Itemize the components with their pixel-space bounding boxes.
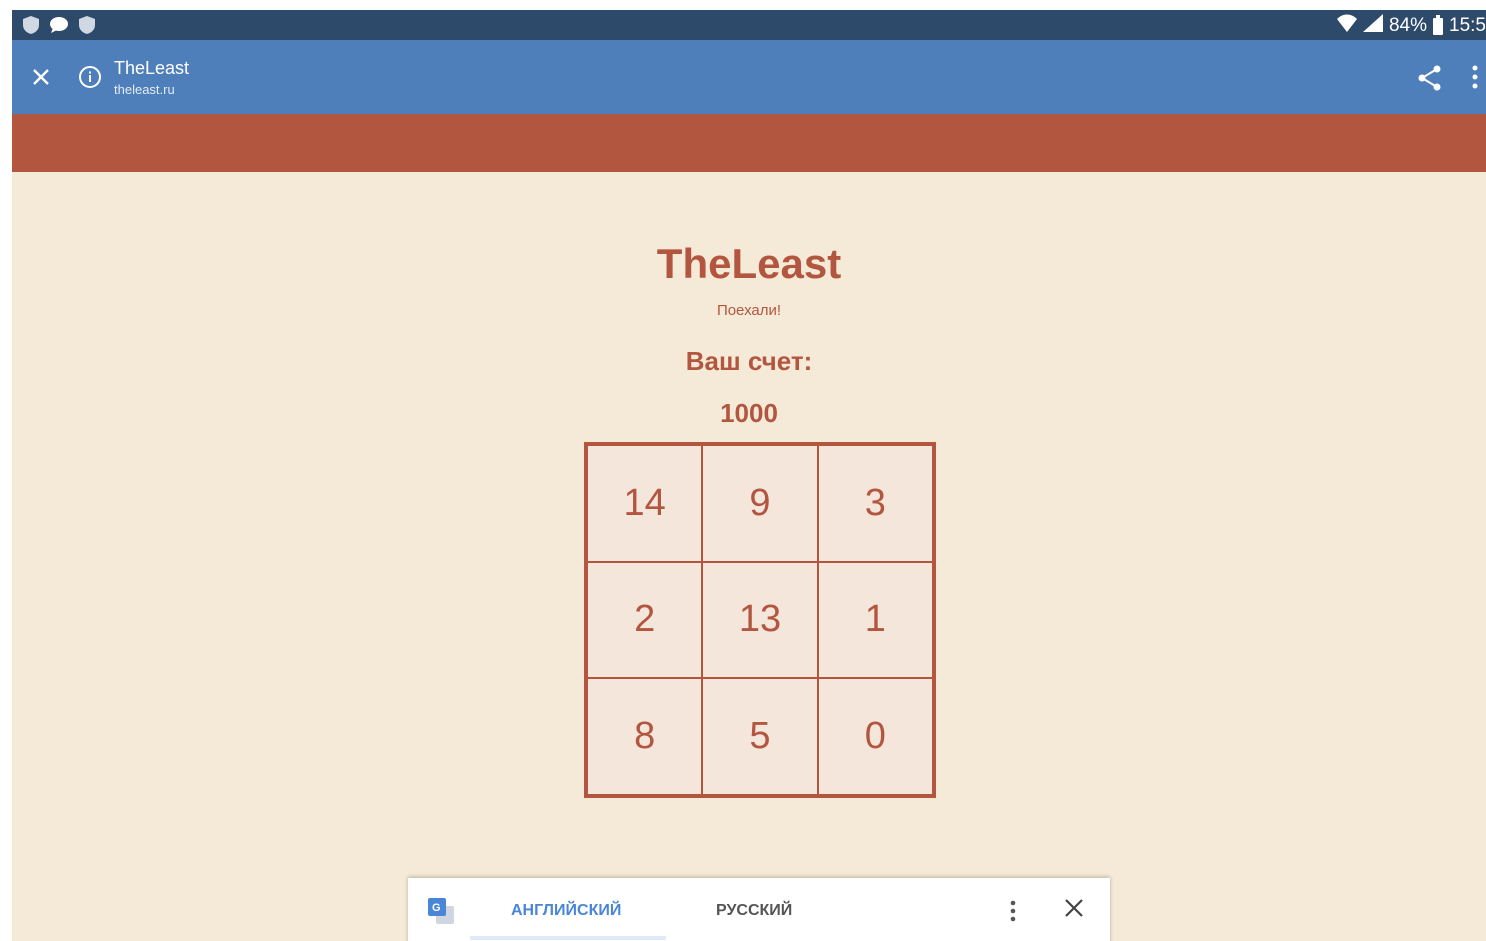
grid-cell[interactable]: 9 — [702, 445, 818, 562]
status-bar: 84% 15:5 — [12, 10, 1486, 40]
source-language-tab[interactable]: АНГЛИЙСКИЙ — [511, 902, 621, 920]
translate-bar: G АНГЛИЙСКИЙ РУССКИЙ — [408, 878, 1110, 941]
grid-cell[interactable]: 5 — [702, 678, 818, 795]
game-subtitle: Поехали! — [716, 302, 782, 319]
target-language-tab[interactable]: РУССКИЙ — [716, 902, 792, 920]
grid-cell[interactable]: 14 — [587, 445, 703, 562]
notification-icons — [22, 15, 96, 35]
clock: 15:5 — [1449, 15, 1486, 36]
close-icon[interactable] — [28, 64, 54, 90]
more-options-icon[interactable] — [1010, 898, 1020, 924]
battery-icon — [1433, 14, 1444, 35]
grid-cell[interactable]: 2 — [587, 561, 703, 679]
google-translate-icon: G — [428, 898, 454, 924]
system-status: 84% 15:5 — [1336, 14, 1486, 38]
chat-bubble-icon — [50, 15, 68, 35]
page-url: theleast.ru — [114, 82, 175, 97]
battery-percent: 84% — [1388, 15, 1428, 36]
more-options-icon[interactable] — [1472, 64, 1484, 92]
grid-cell[interactable]: 1 — [817, 561, 933, 679]
game-grid: 14 9 3 2 13 1 8 5 0 — [584, 442, 936, 798]
site-header-band — [12, 114, 1486, 172]
close-icon[interactable] — [1064, 898, 1090, 924]
page-title: TheLeast — [114, 58, 190, 78]
share-icon[interactable] — [1416, 64, 1444, 92]
browser-toolbar: TheLeast theleast.ru — [12, 40, 1486, 114]
game-title: TheLeast — [656, 240, 842, 287]
svg-text:G: G — [432, 902, 441, 914]
grid-cell[interactable]: 8 — [587, 678, 703, 795]
score-label: Ваш счет: — [685, 346, 813, 376]
shield-icon — [22, 15, 40, 35]
grid-cell[interactable]: 13 — [702, 561, 818, 679]
wifi-icon — [1336, 14, 1357, 38]
score-value: 1000 — [720, 398, 778, 428]
shield-icon — [78, 15, 96, 35]
signal-icon — [1362, 14, 1383, 38]
grid-cell[interactable]: 3 — [817, 445, 933, 562]
info-icon[interactable] — [78, 65, 102, 89]
screen: 84% 15:5 TheLeast theleast.ru TheLeast П… — [12, 10, 1486, 941]
active-language-indicator — [470, 936, 666, 940]
grid-cell[interactable]: 0 — [817, 678, 933, 795]
